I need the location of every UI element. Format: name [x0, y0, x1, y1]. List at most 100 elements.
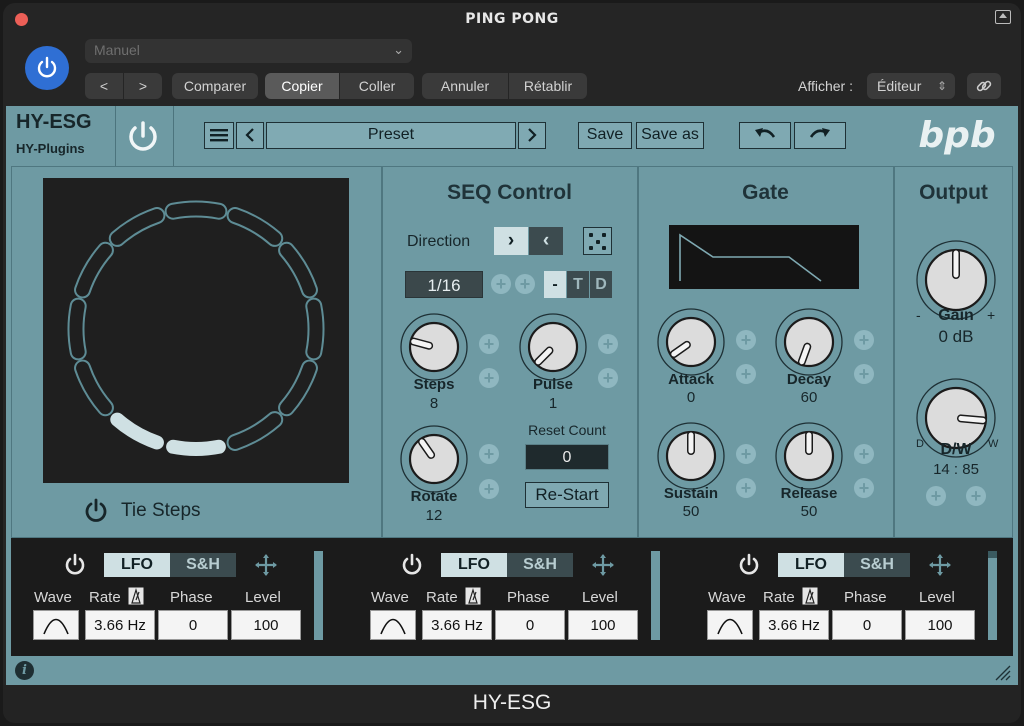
- seq-rate-display[interactable]: 1/16: [405, 271, 483, 298]
- pulse-knob[interactable]: [517, 311, 589, 383]
- direction-backward-button[interactable]: ‹: [529, 227, 563, 255]
- attack-knob[interactable]: [655, 306, 727, 378]
- lfo-phase-field[interactable]: 0: [495, 610, 565, 640]
- release-knob[interactable]: [773, 420, 845, 492]
- random-direction-button[interactable]: [583, 227, 612, 255]
- attack-plus-button-2[interactable]: +: [736, 364, 756, 384]
- release-plus-button[interactable]: +: [854, 444, 874, 464]
- rate-dotted-button[interactable]: D: [590, 271, 612, 298]
- preset-field[interactable]: Preset: [266, 122, 516, 149]
- rate-straight-button[interactable]: -: [544, 271, 566, 298]
- sustain-plus-button-2[interactable]: +: [736, 478, 756, 498]
- seq-step-active: [110, 412, 164, 450]
- rotate-knob[interactable]: [398, 423, 470, 495]
- move-target-icon[interactable]: [928, 553, 952, 577]
- dw-plus-button[interactable]: +: [926, 486, 946, 506]
- chevron-left-icon: [245, 128, 254, 142]
- preset-menu-button[interactable]: [204, 122, 234, 149]
- lfo-rate-field[interactable]: 3.66 Hz: [422, 610, 492, 640]
- direction-forward-button[interactable]: ›: [494, 227, 528, 255]
- sustain-knob[interactable]: [655, 420, 727, 492]
- rotate-plus-button[interactable]: +: [479, 444, 499, 464]
- lfo-phase-field[interactable]: 0: [158, 610, 228, 640]
- preset-prev-button[interactable]: [236, 122, 264, 149]
- expand-icon[interactable]: [995, 10, 1011, 24]
- host-next-button[interactable]: >: [124, 73, 162, 99]
- rate-plus-button[interactable]: +: [491, 274, 511, 294]
- lfo-power-icon[interactable]: [737, 553, 761, 577]
- pulse-plus-button-2[interactable]: +: [598, 368, 618, 388]
- view-select[interactable]: Éditeur ⇕: [867, 73, 955, 99]
- lfo-rate-field[interactable]: 3.66 Hz: [759, 610, 829, 640]
- preset-next-button[interactable]: [518, 122, 546, 149]
- undo-plugin-button[interactable]: [739, 122, 791, 149]
- release-plus-button-2[interactable]: +: [854, 478, 874, 498]
- rate-triplet-button[interactable]: T: [567, 271, 589, 298]
- tie-steps-toggle[interactable]: Tie Steps: [83, 498, 201, 524]
- steps-knob[interactable]: [398, 311, 470, 383]
- paste-button[interactable]: Coller: [340, 73, 414, 99]
- rotate-plus-button-2[interactable]: +: [479, 479, 499, 499]
- sequencer-ring: [67, 200, 325, 456]
- lfo-phase-field[interactable]: 0: [832, 610, 902, 640]
- lfo-level-field[interactable]: 100: [568, 610, 638, 640]
- move-target-icon[interactable]: [254, 553, 278, 577]
- decay-value: 60: [800, 389, 818, 406]
- info-icon[interactable]: i: [15, 661, 34, 680]
- metronome-icon[interactable]: [465, 587, 481, 605]
- dw-plus-button-2[interactable]: +: [966, 486, 986, 506]
- sequencer-display[interactable]: [43, 178, 349, 483]
- lfo-tab-sh[interactable]: S&H: [170, 553, 236, 577]
- rate-plus-button-2[interactable]: +: [515, 274, 535, 294]
- lfo-power-icon[interactable]: [400, 553, 424, 577]
- decay-plus-button-2[interactable]: +: [854, 364, 874, 384]
- lfo-tab-sh[interactable]: S&H: [844, 553, 910, 577]
- undo-button[interactable]: Annuler: [422, 73, 508, 99]
- attack-plus-button[interactable]: +: [736, 330, 756, 350]
- steps-plus-button-2[interactable]: +: [479, 368, 499, 388]
- lfo-tab-sh[interactable]: S&H: [507, 553, 573, 577]
- host-power-button[interactable]: [25, 46, 69, 90]
- pulse-plus-button[interactable]: +: [598, 334, 618, 354]
- plugin-power-button[interactable]: [124, 118, 162, 161]
- lfo-wave-selector[interactable]: [33, 610, 79, 640]
- lfo-tab-lfo[interactable]: LFO: [441, 553, 507, 577]
- lfo-power-icon[interactable]: [63, 553, 87, 577]
- lfo-level-field[interactable]: 100: [231, 610, 301, 640]
- seq-step-inner: [76, 361, 112, 415]
- host-prev-button[interactable]: <: [85, 73, 123, 99]
- plugin-vendor: HY-Plugins: [16, 141, 85, 156]
- link-button[interactable]: [967, 73, 1001, 99]
- knob-body: [665, 316, 717, 368]
- reset-count-display[interactable]: 0: [525, 444, 609, 470]
- decay-plus-button[interactable]: +: [854, 330, 874, 350]
- sustain-plus-button[interactable]: +: [736, 444, 756, 464]
- seq-step-inner: [166, 202, 226, 218]
- move-target-icon[interactable]: [591, 553, 615, 577]
- redo-plugin-button[interactable]: [794, 122, 846, 149]
- steps-plus-button[interactable]: +: [479, 334, 499, 354]
- decay-label: Decay: [786, 371, 832, 388]
- divider: [893, 166, 895, 538]
- lfo-rate-field[interactable]: 3.66 Hz: [85, 610, 155, 640]
- restart-button[interactable]: Re-Start: [525, 482, 609, 508]
- save-button[interactable]: Save: [578, 122, 632, 149]
- compare-button[interactable]: Comparer: [172, 73, 258, 99]
- decay-knob[interactable]: [773, 306, 845, 378]
- metronome-icon[interactable]: [128, 587, 144, 605]
- gate-envelope-display[interactable]: [669, 225, 859, 289]
- resize-handle-icon[interactable]: [994, 664, 1012, 682]
- lfo-tab-lfo[interactable]: LFO: [104, 553, 170, 577]
- seq-step-inner: [228, 209, 282, 245]
- updown-chevron-icon: ⇕: [936, 79, 947, 93]
- metronome-icon[interactable]: [802, 587, 818, 605]
- lfo-wave-selector[interactable]: [370, 610, 416, 640]
- lfo-tab-lfo[interactable]: LFO: [778, 553, 844, 577]
- copy-button[interactable]: Copier: [265, 73, 339, 99]
- host-preset-select[interactable]: Manuel ⌄: [85, 39, 412, 63]
- link-icon: [976, 80, 992, 92]
- redo-button[interactable]: Rétablir: [509, 73, 587, 99]
- save-as-button[interactable]: Save as: [636, 122, 704, 149]
- lfo-level-field[interactable]: 100: [905, 610, 975, 640]
- lfo-wave-selector[interactable]: [707, 610, 753, 640]
